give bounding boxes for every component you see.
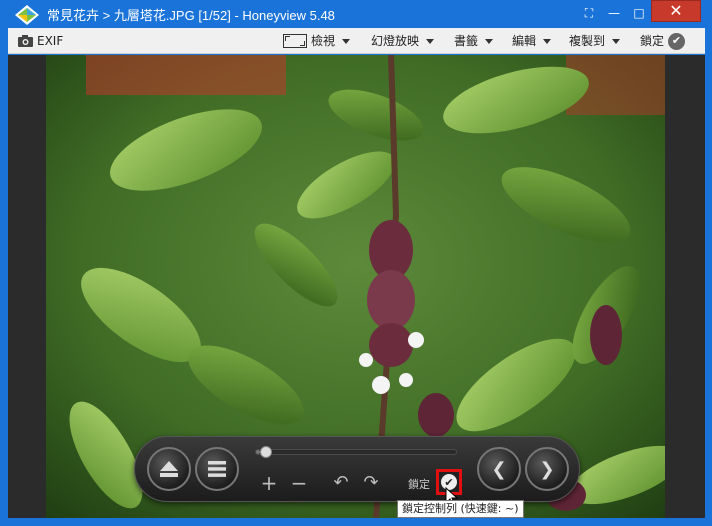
- exif-button[interactable]: EXIF: [18, 28, 63, 54]
- chevron-down-icon: [612, 38, 621, 44]
- lock-control-label: 鎖定: [408, 478, 430, 491]
- close-button[interactable]: ✕: [651, 0, 701, 22]
- fit-view-icon: [283, 34, 307, 48]
- chevron-down-icon: [426, 38, 435, 44]
- bookmark-menu[interactable]: 書籤: [454, 28, 494, 54]
- view-label: 檢視: [311, 34, 336, 48]
- seek-handle[interactable]: [260, 446, 272, 458]
- camera-icon: [18, 35, 33, 47]
- zoom-out-button[interactable]: −: [289, 473, 309, 493]
- chevron-right-icon: ❯: [539, 458, 555, 480]
- eject-button[interactable]: [147, 447, 191, 491]
- lock-label: 鎖定: [640, 34, 665, 48]
- slideshow-label: 幻燈放映: [371, 34, 420, 48]
- lock-toolbar-button[interactable]: 鎖定 ✔: [640, 28, 686, 54]
- chevron-down-icon: [485, 38, 494, 44]
- app-window: 常見花卉 > 九層塔花.JPG [1/52] - Honeyview 5.48 …: [0, 0, 712, 526]
- minimize-button[interactable]: —: [602, 3, 626, 23]
- copy-to-menu[interactable]: 複製到: [569, 28, 621, 54]
- eject-icon: [160, 461, 178, 477]
- window-title: 常見花卉 > 九層塔花.JPG [1/52] - Honeyview 5.48: [47, 8, 335, 23]
- maximize-button[interactable]: □: [626, 3, 652, 23]
- title-bar[interactable]: 常見花卉 > 九層塔花.JPG [1/52] - Honeyview 5.48 …: [0, 0, 712, 28]
- seek-slider[interactable]: [255, 446, 457, 458]
- chevron-left-icon: ❮: [491, 458, 507, 480]
- view-menu[interactable]: 檢視: [283, 28, 351, 54]
- next-image-button[interactable]: ❯: [525, 447, 569, 491]
- rotate-right-button[interactable]: ↷: [361, 473, 381, 493]
- chevron-down-icon: [342, 38, 351, 44]
- control-bar: + − ↶ ↷ 鎖定 ✔ ❮ ❯: [134, 436, 580, 502]
- check-icon: ✔: [668, 32, 686, 50]
- exif-label: EXIF: [37, 34, 64, 48]
- fullscreen-icon[interactable]: ⛶: [580, 3, 598, 23]
- edit-menu[interactable]: 編輯: [512, 28, 552, 54]
- lock-tooltip: 鎖定控制列 (快速鍵: ~): [397, 500, 524, 518]
- bookmark-label: 書籤: [454, 34, 479, 48]
- honeyview-logo-icon: [15, 5, 39, 25]
- edit-label: 編輯: [512, 34, 537, 48]
- zoom-in-button[interactable]: +: [259, 473, 279, 493]
- rotate-left-button[interactable]: ↶: [331, 473, 351, 493]
- copy-to-label: 複製到: [569, 34, 606, 48]
- chevron-down-icon: [543, 38, 552, 44]
- toolbar: EXIF 檢視 幻燈放映 書籤 編輯 複製到 鎖定 ✔: [8, 28, 705, 54]
- menu-button[interactable]: [195, 447, 239, 491]
- menu-icon: [208, 461, 226, 477]
- slideshow-menu[interactable]: 幻燈放映: [371, 28, 435, 54]
- prev-image-button[interactable]: ❮: [477, 447, 521, 491]
